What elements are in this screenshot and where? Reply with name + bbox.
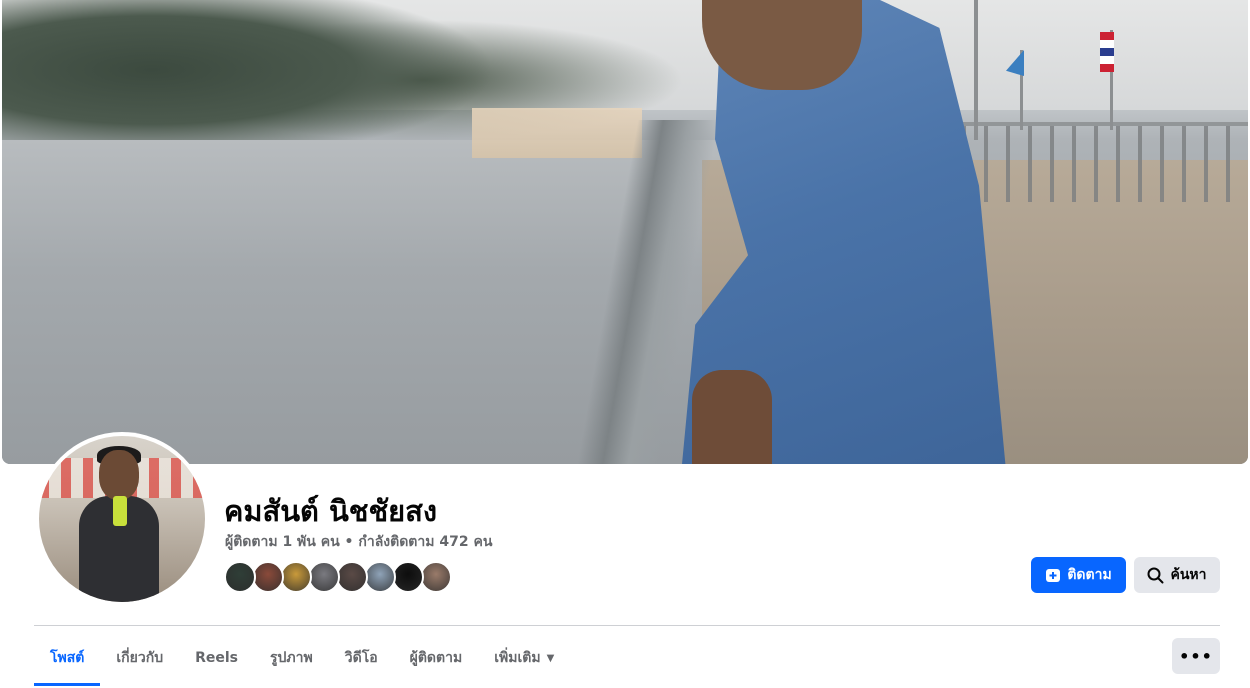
profile-picture[interactable] — [39, 436, 205, 602]
tab-videos[interactable]: วิดีโอ — [329, 630, 394, 686]
friend-avatar[interactable] — [420, 561, 452, 593]
tab-posts[interactable]: โพสต์ — [34, 630, 101, 686]
friend-avatar[interactable] — [364, 561, 396, 593]
avatar-cup — [113, 496, 127, 526]
friend-avatar[interactable] — [252, 561, 284, 593]
tab-about[interactable]: เกี่ยวกับ — [100, 630, 179, 686]
profile-picture-frame[interactable] — [35, 432, 209, 606]
search-button-label: ค้นหา — [1170, 567, 1207, 583]
friend-avatars — [224, 561, 452, 593]
friend-avatar[interactable] — [308, 561, 340, 593]
profile-page: คมสันต์ นิชชัยสง ผู้ติดตาม 1 พัน คน • กำ… — [0, 0, 1250, 688]
tab-label: ผู้ติดตาม — [409, 650, 463, 666]
tab-reels[interactable]: Reels — [179, 630, 254, 686]
follow-button-label: ติดตาม — [1067, 567, 1112, 583]
friend-avatar[interactable] — [392, 561, 424, 593]
tab-more[interactable]: เพิ่มเติม ▼ — [478, 630, 570, 686]
search-button[interactable]: ค้นหา — [1134, 557, 1220, 593]
friend-avatar[interactable] — [224, 561, 256, 593]
tab-label: Reels — [195, 650, 238, 666]
tab-followers[interactable]: ผู้ติดตาม — [394, 630, 479, 686]
friend-avatar[interactable] — [280, 561, 312, 593]
cover-railing — [962, 122, 1248, 202]
follow-button[interactable]: ติดตาม — [1031, 557, 1126, 593]
search-icon — [1147, 567, 1164, 584]
cover-flag — [1100, 32, 1114, 72]
tab-label: เกี่ยวกับ — [116, 650, 164, 666]
avatar-person-face — [99, 450, 139, 500]
friend-avatar[interactable] — [336, 561, 368, 593]
caret-down-icon: ▼ — [546, 652, 555, 664]
profile-name: คมสันต์ นิชชัยสง — [224, 494, 438, 528]
more-options-button[interactable]: ••• — [1172, 638, 1220, 674]
tab-label: วิดีโอ — [344, 650, 378, 666]
tab-label: เพิ่มเติม — [494, 650, 541, 666]
cover-photo[interactable] — [2, 0, 1248, 464]
tab-label: โพสต์ — [50, 650, 85, 666]
cover-person-arm — [692, 370, 772, 464]
tabs-divider — [34, 625, 1220, 626]
cover-pole — [974, 0, 978, 140]
follow-icon — [1045, 567, 1061, 583]
profile-tabs: โพสต์ เกี่ยวกับ Reels รูปภาพ วิดีโอ ผู้ต… — [34, 630, 570, 686]
tab-photos[interactable]: รูปภาพ — [254, 630, 329, 686]
follower-stats[interactable]: ผู้ติดตาม 1 พัน คน • กำลังติดตาม 472 คน — [225, 531, 492, 553]
tab-label: รูปภาพ — [270, 650, 313, 666]
